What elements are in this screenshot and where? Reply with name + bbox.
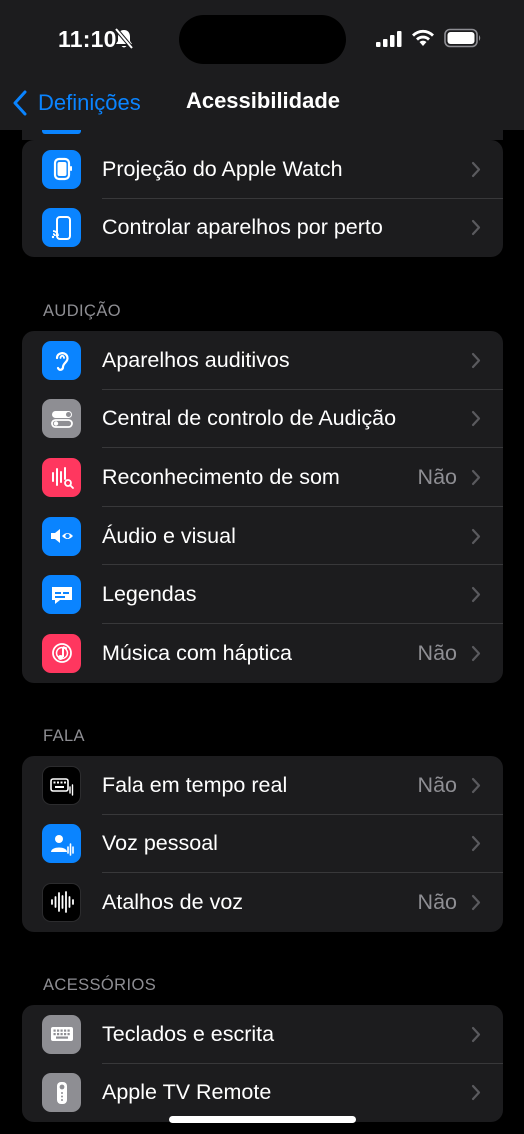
chevron-right-icon [471, 777, 481, 793]
tv-remote-icon [42, 1073, 81, 1113]
group-accessories: Teclados e escrita Apple TV Remote [22, 1005, 503, 1123]
page-title: Acessibilidade [0, 88, 524, 114]
group-hearing: Aparelhos auditivos Central de controlo … [22, 331, 503, 683]
chevron-right-icon [471, 587, 481, 603]
row-hearing-devices[interactable]: Aparelhos auditivos [22, 331, 503, 390]
row-value: Não [417, 889, 457, 914]
row-label: Projeção do Apple Watch [102, 156, 343, 181]
group-speech: Fala em tempo real Não Voz pessoal Atalh… [22, 756, 503, 932]
row-keyboards[interactable]: Teclados e escrita [22, 1005, 503, 1064]
row-audio-visual[interactable]: Áudio e visual [22, 507, 503, 566]
cellular-signal-icon [376, 31, 402, 47]
music-haptic-icon [42, 633, 81, 673]
row-value: Não [417, 640, 457, 665]
row-live-speech[interactable]: Fala em tempo real Não [22, 756, 503, 815]
row-label: Voz pessoal [102, 831, 218, 856]
row-hearing-control-center[interactable]: Central de controlo de Audição [22, 390, 503, 449]
nearby-devices-icon [42, 208, 81, 248]
scrolled-row-remnant [22, 130, 503, 140]
person-wave-icon [42, 824, 81, 864]
row-subtitles[interactable]: Legendas [22, 565, 503, 624]
chevron-right-icon [471, 1026, 481, 1042]
chevron-right-icon [471, 645, 481, 661]
toggles-icon [42, 399, 81, 439]
row-label: Teclados e escrita [102, 1021, 275, 1046]
battery-icon [444, 28, 481, 48]
ear-icon [42, 340, 81, 380]
row-nearby-devices[interactable]: Controlar aparelhos por perto [22, 199, 503, 258]
row-label: Áudio e visual [102, 523, 236, 548]
wifi-icon [412, 29, 434, 46]
navigation-bar: Definições Acessibilidade [0, 78, 524, 130]
section-header-hearing: AUDIÇÃO [43, 302, 121, 320]
page-title-text: Acessibilidade [185, 88, 341, 113]
home-indicator[interactable] [169, 1116, 356, 1123]
row-label: Atalhos de voz [102, 889, 244, 914]
row-vocal-shortcuts[interactable]: Atalhos de voz Não [22, 873, 503, 932]
silent-bell-icon [114, 28, 134, 50]
speaker-eye-icon [42, 516, 81, 556]
chevron-right-icon [471, 161, 481, 177]
row-sound-recognition[interactable]: Reconhecimento de som Não [22, 448, 503, 507]
row-value: Não [417, 772, 457, 797]
keyboard-icon [42, 1014, 81, 1054]
dynamic-island [179, 15, 346, 64]
row-label: Aparelhos auditivos [102, 347, 290, 372]
row-music-haptics[interactable]: Música com háptica Não [22, 624, 503, 683]
chevron-right-icon [471, 220, 481, 236]
group-interaction: Projeção do Apple Watch Controlar aparel… [22, 140, 503, 258]
chevron-right-icon [471, 469, 481, 486]
chevron-right-icon [471, 352, 481, 368]
chevron-right-icon [471, 1085, 481, 1101]
partial-icon [42, 130, 81, 134]
keyboard-wave-icon [42, 765, 81, 805]
row-label: Legendas [102, 582, 197, 607]
caption-bubble-icon [42, 575, 81, 615]
row-apple-tv-remote[interactable]: Apple TV Remote [22, 1064, 503, 1123]
status-time: 11:10 [58, 26, 117, 52]
row-apple-watch-mirroring[interactable]: Projeção do Apple Watch [22, 140, 503, 199]
row-label: Controlar aparelhos por perto [102, 215, 383, 240]
chevron-right-icon [471, 836, 481, 852]
settings-list[interactable]: Projeção do Apple Watch Controlar aparel… [0, 130, 524, 1134]
row-label: Reconhecimento de som [102, 464, 340, 489]
row-label: Central de controlo de Audição [102, 406, 397, 431]
apple-watch-mirroring-icon [42, 149, 81, 189]
chevron-right-icon [471, 894, 481, 911]
chevron-right-icon [471, 528, 481, 544]
row-personal-voice[interactable]: Voz pessoal [22, 815, 503, 874]
row-value: Não [417, 464, 457, 489]
row-label: Apple TV Remote [102, 1080, 272, 1105]
sound-wave-search-icon [42, 457, 81, 497]
row-label: Fala em tempo real [102, 772, 288, 797]
row-label: Música com háptica [102, 640, 292, 665]
status-bar: 11:10 [0, 0, 524, 78]
waveform-icon [42, 882, 81, 922]
chevron-right-icon [471, 411, 481, 427]
section-header-speech: FALA [43, 727, 85, 745]
section-header-accessories: ACESSÓRIOS [43, 976, 157, 994]
